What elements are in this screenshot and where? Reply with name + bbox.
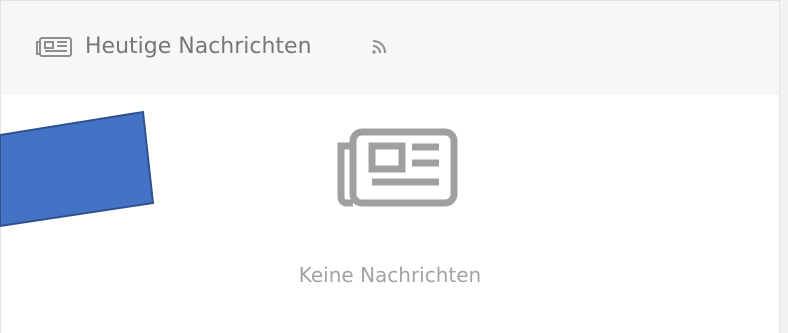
newspaper-icon-svg [36,37,72,57]
todays-news-widget: Heutige Nachrichten Keine Nachrichten [0,0,780,333]
rss-icon-svg [372,40,386,54]
empty-news-icon [335,127,459,209]
page-edge-background [780,0,788,333]
widget-header: Heutige Nachrichten [1,1,779,94]
rss-icon[interactable] [371,39,387,55]
empty-newspaper-icon-svg [337,128,458,207]
empty-message: Keine Nachrichten [298,263,482,287]
widget-title: Heutige Nachrichten [85,34,312,59]
newspaper-icon [35,36,73,58]
